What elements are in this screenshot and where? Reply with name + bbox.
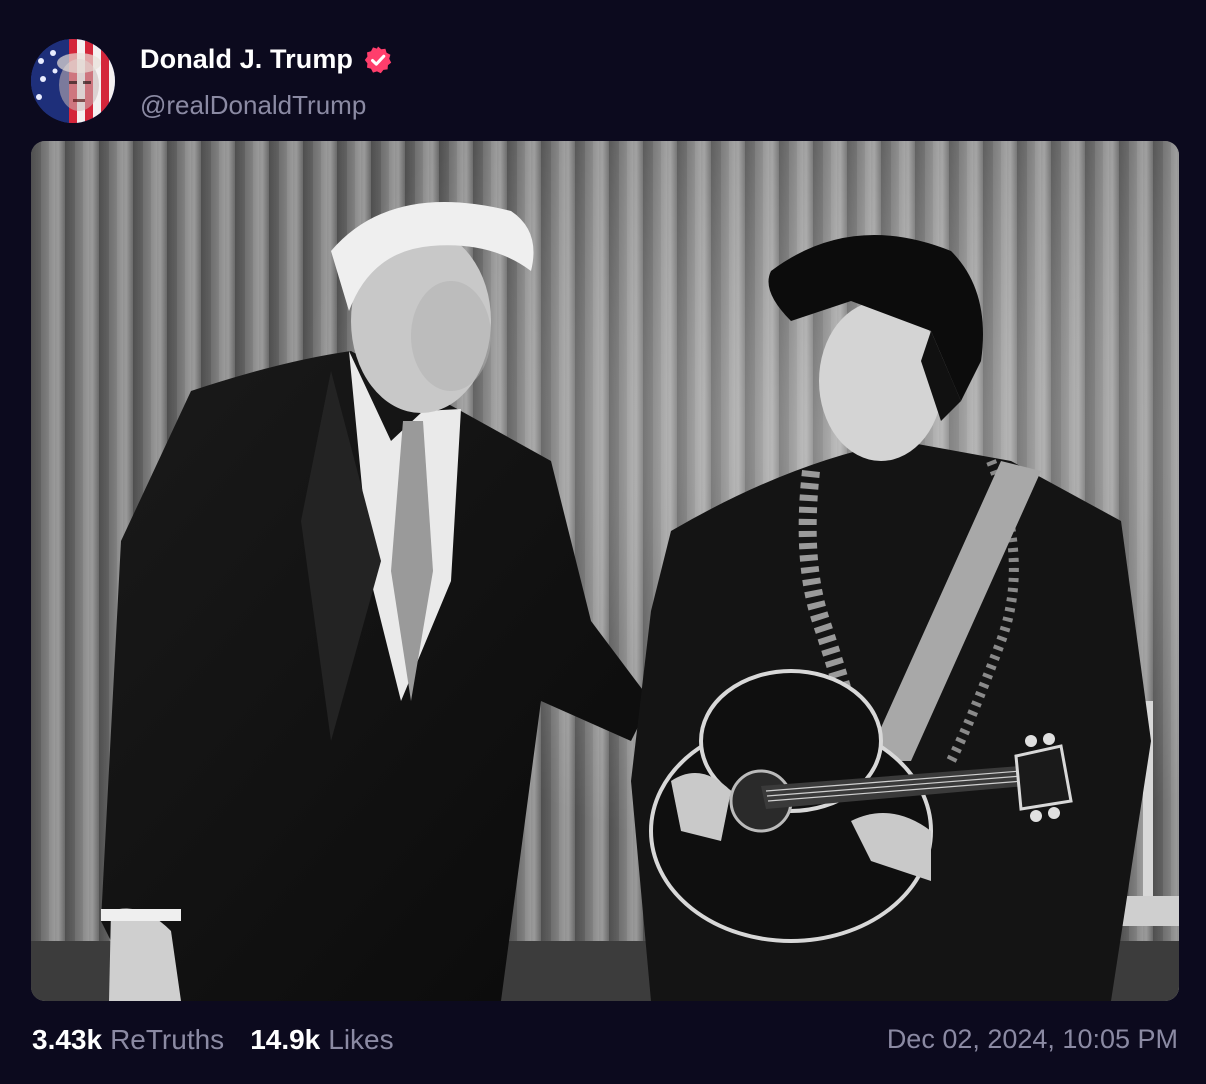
photo-two-men-guitar bbox=[31, 141, 1179, 1001]
author-display-name[interactable]: Donald J. Trump bbox=[140, 44, 393, 75]
retruths-label: ReTruths bbox=[110, 1024, 225, 1055]
display-name-text: Donald J. Trump bbox=[140, 44, 354, 74]
engagement-stats: 3.43k ReTruths 14.9k Likes bbox=[32, 1024, 420, 1056]
flag-portrait-avatar-icon bbox=[31, 39, 115, 123]
verified-badge-icon bbox=[364, 46, 392, 73]
retruths-stat[interactable]: 3.43k ReTruths bbox=[32, 1024, 224, 1056]
likes-stat[interactable]: 14.9k Likes bbox=[250, 1024, 393, 1056]
post-timestamp[interactable]: Dec 02, 2024, 10:05 PM bbox=[887, 1024, 1178, 1055]
post-card: Donald J. Trump @realDonaldTrump 3.43k R… bbox=[0, 0, 1206, 1084]
retruths-count: 3.43k bbox=[32, 1024, 103, 1055]
author-avatar[interactable] bbox=[31, 39, 115, 123]
likes-label: Likes bbox=[328, 1024, 394, 1055]
likes-count: 14.9k bbox=[250, 1024, 321, 1055]
post-image[interactable] bbox=[31, 141, 1179, 1001]
author-handle[interactable]: @realDonaldTrump bbox=[140, 90, 366, 121]
